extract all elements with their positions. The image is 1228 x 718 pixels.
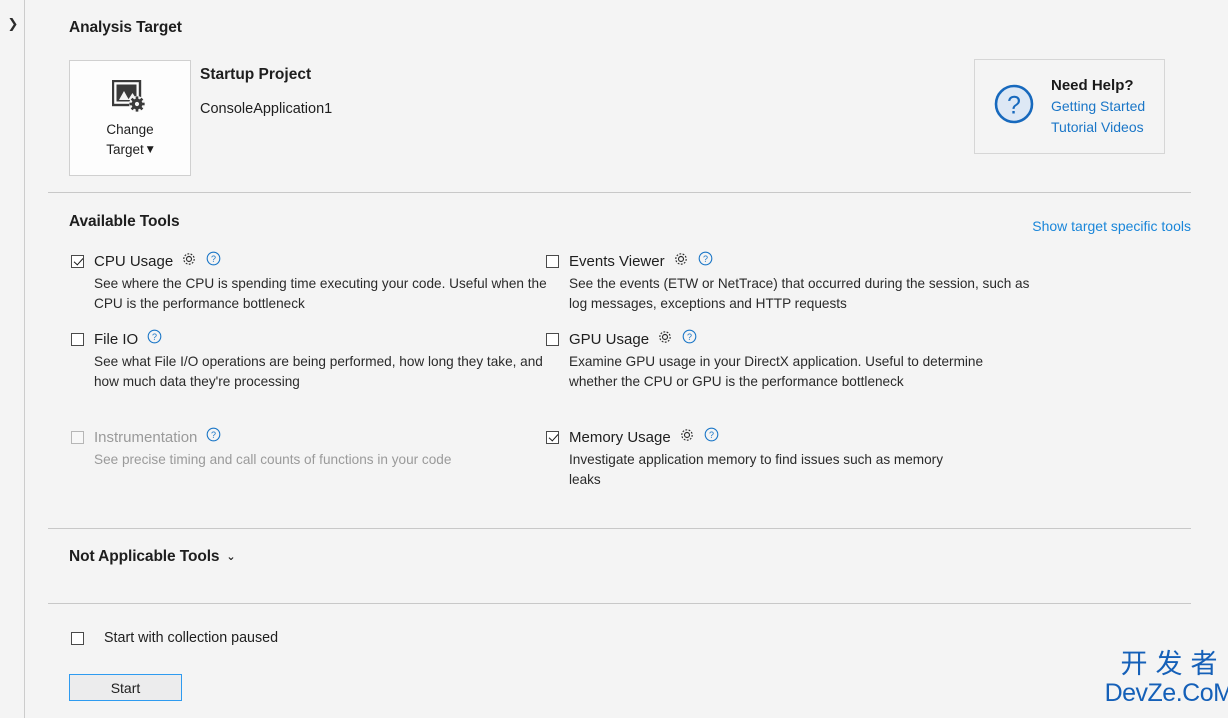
divider-bottom	[48, 603, 1191, 604]
tool-gpu-usage: GPU Usage ? Examine GPU usage in your Di…	[546, 329, 986, 392]
tool-description: See where the CPU is spending time execu…	[94, 276, 547, 311]
tool-description: See the events (ETW or NetTrace) that oc…	[569, 276, 1030, 311]
divider-top	[48, 192, 1191, 193]
not-applicable-tools-label: Not Applicable Tools	[69, 548, 220, 565]
expand-panel-chevron-right-icon[interactable]: ❯	[5, 16, 21, 34]
change-target-label: Change Target ▼	[70, 120, 190, 162]
chevron-down-icon[interactable]: ▼	[147, 145, 154, 155]
tool-header: CPU Usage ?	[71, 251, 571, 271]
show-target-specific-tools-link[interactable]: Show target specific tools	[1032, 218, 1191, 234]
checkbox-events-viewer[interactable]	[546, 254, 559, 268]
tool-file-io: File IO ? See what File I/O operations a…	[71, 329, 571, 392]
help-question-icon[interactable]: ?	[206, 251, 221, 271]
need-help-text: Need Help? Getting Started Tutorial Vide…	[1051, 76, 1145, 138]
tool-instrumentation: Instrumentation ? See precise timing and…	[71, 427, 571, 470]
tool-label: CPU Usage	[94, 252, 174, 270]
change-target-button[interactable]: Change Target ▼	[69, 60, 191, 176]
tool-label: Events Viewer	[569, 252, 665, 270]
tool-label: Instrumentation	[94, 428, 198, 446]
help-question-icon[interactable]: ?	[147, 329, 162, 349]
startup-project-name: ConsoleApplication1	[200, 101, 333, 117]
start-paused-row: Start with collection paused	[71, 630, 278, 646]
gear-icon[interactable]	[657, 329, 673, 350]
not-applicable-tools-heading[interactable]: Not Applicable Tools ⌄	[69, 548, 236, 566]
gear-icon[interactable]	[679, 427, 695, 448]
svg-text:?: ?	[709, 430, 714, 440]
change-target-line2: Target	[106, 142, 144, 157]
svg-text:?: ?	[211, 254, 216, 264]
svg-text:?: ?	[687, 332, 692, 342]
tool-header: File IO ?	[71, 329, 571, 349]
start-paused-label: Start with collection paused	[104, 630, 279, 646]
getting-started-link[interactable]: Getting Started	[1051, 96, 1145, 117]
tool-description: See precise timing and call counts of fu…	[94, 452, 452, 467]
tool-description: See what File I/O operations are being p…	[94, 354, 543, 389]
help-question-icon[interactable]: ?	[704, 427, 719, 447]
tool-memory-usage: Memory Usage ? Investigate application m…	[546, 427, 976, 490]
checkbox-cpu-usage[interactable]	[71, 254, 84, 268]
divider-middle	[48, 528, 1191, 529]
help-question-icon[interactable]: ?	[682, 329, 697, 349]
chevron-down-icon[interactable]: ⌄	[226, 550, 235, 563]
svg-text:?: ?	[703, 254, 708, 264]
tool-header: GPU Usage ?	[546, 329, 986, 349]
tool-label: File IO	[94, 330, 139, 348]
help-question-icon[interactable]: ?	[206, 427, 221, 447]
checkbox-gpu-usage[interactable]	[546, 332, 559, 346]
picture-settings-icon	[70, 79, 190, 116]
watermark-latin: DevZe.CoM	[1104, 679, 1228, 707]
change-target-line1: Change	[106, 122, 154, 137]
left-rail: ❯	[0, 0, 25, 718]
tool-header: Instrumentation ?	[71, 427, 571, 447]
tool-label: GPU Usage	[569, 330, 650, 348]
tool-description: Examine GPU usage in your DirectX applic…	[569, 354, 984, 389]
need-help-title: Need Help?	[1051, 76, 1134, 94]
help-question-icon[interactable]: ?	[698, 251, 713, 271]
checkbox-memory-usage[interactable]	[546, 430, 559, 444]
checkbox-instrumentation	[71, 430, 84, 444]
svg-text:?: ?	[211, 430, 216, 440]
tutorial-videos-link[interactable]: Tutorial Videos	[1051, 117, 1145, 138]
tool-events-viewer: Events Viewer ? See the events (ETW or N…	[546, 251, 1066, 314]
tool-header: Memory Usage ?	[546, 427, 976, 447]
available-tools-heading: Available Tools	[69, 213, 180, 230]
tool-cpu-usage: CPU Usage ? See where the CPU is spendin…	[71, 251, 571, 314]
profiler-launch-page: Analysis Target Change Target ▼ Startup …	[26, 0, 1228, 718]
watermark: 开发者 DevZe.CoM	[1089, 650, 1228, 707]
svg-text:?: ?	[1007, 92, 1021, 120]
gear-icon[interactable]	[181, 251, 197, 272]
startup-project-label: Startup Project	[200, 66, 312, 83]
checkbox-file-io[interactable]	[71, 332, 84, 346]
analysis-target-heading: Analysis Target	[69, 19, 182, 36]
watermark-chinese: 开发者	[1120, 649, 1226, 680]
tool-label: Memory Usage	[569, 428, 671, 446]
tool-description: Investigate application memory to find i…	[569, 452, 943, 487]
gear-icon[interactable]	[673, 251, 689, 272]
checkbox-start-with-collection-paused[interactable]	[71, 631, 84, 645]
need-help-panel: ? Need Help? Getting Started Tutorial Vi…	[974, 59, 1165, 154]
svg-text:?: ?	[152, 332, 157, 342]
tool-header: Events Viewer ?	[546, 251, 1066, 271]
question-circle-icon[interactable]: ?	[993, 83, 1035, 130]
start-button[interactable]: Start	[69, 674, 182, 701]
